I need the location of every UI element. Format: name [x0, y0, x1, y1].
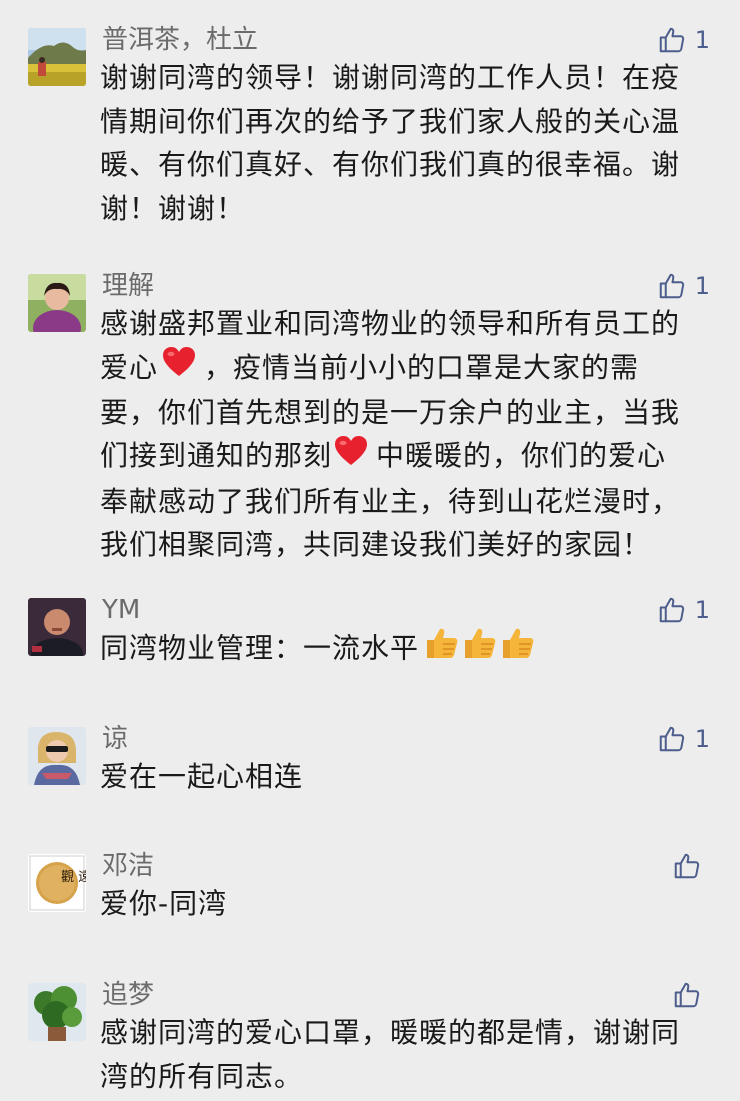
comment-text: 同湾物业管理：一流水平	[100, 626, 710, 673]
avatar[interactable]	[28, 727, 86, 785]
thumbs-up-icon	[659, 597, 684, 623]
text-line: 爱心 ，疫情当前小小的口罩是大家的需	[100, 346, 710, 391]
thumbs-up-icon	[659, 726, 684, 752]
like-button[interactable]: 1	[657, 268, 710, 304]
avatar-calligraphy-text: 觀 遠	[61, 870, 86, 885]
text-line: 感谢盛邦置业和同湾物业的领导和所有员工的	[100, 307, 681, 340]
like-button[interactable]	[672, 848, 710, 884]
like-count: 1	[694, 725, 710, 753]
commenter-name[interactable]: 追梦	[102, 977, 154, 1013]
commenter-name[interactable]: 邓洁	[102, 848, 154, 884]
avatar[interactable]	[28, 983, 86, 1041]
text-line: 们接到通知的那刻 中暖暖的，你们的爱心	[100, 434, 710, 479]
thumbs-up-icon	[659, 27, 684, 53]
text-line: 要，你们首先想到的是一万余户的业主，当我	[100, 395, 681, 429]
text-fragment: 中暖暖的，你们的爱心	[376, 439, 667, 473]
like-count: 1	[694, 272, 710, 300]
comment-text: 感谢盛邦置业和同湾物业的领导和所有员工的 爱心 ，疫情当前小小的口罩是大家的需 要…	[100, 302, 710, 567]
avatar[interactable]: 觀 遠	[28, 854, 86, 912]
commenter-name[interactable]: 理解	[102, 268, 154, 304]
like-button[interactable]: 1	[657, 22, 710, 58]
thumbs-up-emoji-icon	[423, 626, 459, 673]
avatar[interactable]	[28, 28, 86, 86]
avatar[interactable]	[28, 274, 86, 332]
thumbs-up-emoji-icon	[499, 626, 535, 673]
thumbs-up-emoji-icons	[423, 628, 535, 664]
text-line: 我们相聚同湾，共同建设我们美好的家园！	[100, 528, 652, 561]
text-fragment: 同湾物业管理：一流水平	[100, 631, 420, 665]
like-count: 1	[694, 596, 710, 624]
commenter-name[interactable]: 谅	[102, 721, 128, 757]
red-heart-icon	[162, 346, 196, 391]
text-fragment: 爱心	[100, 350, 159, 384]
text-fragment: ，疫情当前小小的口罩是大家的需	[204, 350, 640, 384]
like-button[interactable]	[672, 977, 710, 1013]
like-count: 1	[694, 26, 710, 54]
text-fragment: 们接到通知的那刻	[100, 439, 333, 473]
thumbs-up-emoji-icon	[461, 626, 497, 673]
like-button[interactable]: 1	[657, 721, 710, 757]
thumbs-up-icon	[674, 853, 700, 879]
like-button[interactable]: 1	[657, 592, 710, 628]
red-heart-icon	[334, 435, 368, 480]
avatar[interactable]	[28, 598, 86, 656]
comment-text: 谢谢同湾的领导！谢谢同湾的工作人员！在疫 情期间你们再次的给予了我们家人般的关心…	[100, 61, 681, 225]
thumbs-up-icon	[674, 982, 700, 1008]
comment-list: 普洱茶，杜立 1 谢谢同湾的领导！谢谢同湾的工作人员！在疫 情期间你们再次的给予…	[0, 0, 740, 1101]
comment-text: 感谢同湾的爱心口罩，暖暖的都是情，谢谢同 湾的所有同志。	[100, 1016, 681, 1093]
comment-text: 爱你-同湾	[100, 887, 228, 920]
text-line: 奉献感动了我们所有业主，待到山花烂漫时，	[100, 484, 681, 518]
commenter-name[interactable]: 普洱茶，杜立	[102, 22, 258, 58]
commenter-name[interactable]: YM	[102, 592, 140, 628]
comment-text: 爱在一起心相连	[100, 760, 304, 793]
thumbs-up-icon	[659, 273, 684, 299]
